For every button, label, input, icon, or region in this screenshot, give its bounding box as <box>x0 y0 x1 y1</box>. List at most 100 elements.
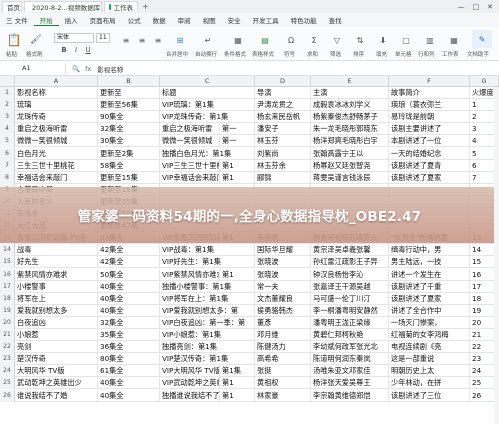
select-all-corner[interactable] <box>0 76 15 87</box>
menu-item[interactable]: 特色功能 <box>285 15 323 25</box>
menu-item[interactable]: 插入 <box>59 15 84 25</box>
table-cell[interactable]: 李宗翰黄维德郑恺 <box>311 389 389 402</box>
column-header[interactable]: C <box>160 76 255 87</box>
table-cell[interactable]: VIP白夜追凶：第一季：第 <box>160 316 255 329</box>
merge-icon[interactable]: ⊞ <box>170 31 190 49</box>
table-cell[interactable]: VIP楚汉传奇：第1集 <box>160 353 255 366</box>
table-cell[interactable]: 微微一笑很倾城 <box>160 135 220 148</box>
column-header[interactable]: A <box>15 76 98 87</box>
table-cell[interactable]: 明朝历史上太 <box>389 365 470 378</box>
table-cell[interactable]: VIP大明风华 TV版 <box>160 365 220 378</box>
table-cell[interactable]: 讲述一个发生在 <box>389 268 470 281</box>
table-cell[interactable]: 蒋雯吴谨言钱泳辰 <box>311 171 389 184</box>
table-cell[interactable]: 影视名称 <box>15 87 98 99</box>
menu-item[interactable]: 页面布局 <box>84 15 122 25</box>
formula-input[interactable]: 影视名称 <box>97 64 123 74</box>
table-cell[interactable]: 幸福话会来敲门 <box>15 171 98 184</box>
table-cell[interactable]: 钟汉良杨怡李沁 <box>311 268 389 281</box>
table-cell[interactable]: 第一 <box>220 123 255 136</box>
row-number[interactable]: 24 <box>0 365 15 378</box>
table-cell[interactable]: 电视连续剧《亮 <box>389 341 470 354</box>
table-cell[interactable]: 32集全 <box>98 316 160 329</box>
table-cell[interactable]: 白色月光 <box>15 147 98 160</box>
table-cell[interactable]: 红福菊的女李鸿梅 <box>389 329 470 341</box>
table-cell[interactable]: 常一夫 <box>255 280 311 293</box>
table-cell[interactable]: 林玉芬余 <box>255 159 311 172</box>
tab-workbook[interactable]: 2020-8-2...视频数据库.xlsx✕ <box>24 1 102 12</box>
table-cell[interactable]: 侯勇骆韩杰 <box>255 304 311 317</box>
table-cell[interactable]: 谁说我结不了婚 <box>15 389 98 402</box>
table-cell[interactable]: 微微一笑很倾城 <box>15 135 98 148</box>
table-cell[interactable]: 80集全 <box>98 353 160 366</box>
table-cell[interactable]: 58集全 <box>98 159 160 172</box>
row-number[interactable]: 25 <box>0 377 15 390</box>
menu-item[interactable]: 视图 <box>197 15 222 25</box>
table-cell[interactable]: 标题 <box>160 87 255 99</box>
table-cell[interactable]: 36集全 <box>98 341 160 354</box>
table-cell[interactable]: 小楼警事 <box>15 280 98 293</box>
align-left-icon[interactable]: ≡ <box>118 32 134 48</box>
row-number[interactable]: 17 <box>0 280 15 293</box>
row-number[interactable]: 4 <box>0 123 15 136</box>
table-cell[interactable]: 刘紫尚 <box>255 147 311 160</box>
table-cell[interactable]: VIP幸福话会来敲门 <box>160 171 220 184</box>
row-number[interactable]: 21 <box>0 329 15 341</box>
table-style-icon[interactable]: ▤ <box>255 31 275 49</box>
worksheet-icon[interactable]: ▦ <box>445 31 463 49</box>
table-cell[interactable]: 40集全 <box>98 280 160 293</box>
table-cell[interactable]: VIP小娘惹：第1集 <box>160 329 255 341</box>
menu-item[interactable]: 审阅 <box>172 15 197 25</box>
table-cell[interactable]: 更新至56集 <box>98 99 160 112</box>
table-cell[interactable]: 这是一部重说 <box>389 353 470 366</box>
table-cell[interactable]: 朱一龙毛晓彤郭晓东 <box>311 123 389 136</box>
table-cell[interactable]: 张翰高露宁王以 <box>311 147 389 160</box>
menu-item[interactable]: 开始 <box>33 15 59 26</box>
table-cell[interactable]: 国际华旦耀 <box>255 244 311 257</box>
table-cell[interactable]: 战毒 <box>15 244 98 257</box>
row-number[interactable]: 16 <box>0 268 15 281</box>
table-cell[interactable]: 亮剑 <box>15 341 98 354</box>
align-right-icon[interactable]: ≡ <box>150 32 166 48</box>
table-cell[interactable]: 重启之极海听雷 <box>15 123 98 136</box>
table-cell[interactable]: 成毅袁冰冰刘学义 <box>311 99 389 112</box>
table-cell[interactable]: VIP将军在上：第1集 <box>160 292 255 305</box>
table-cell[interactable]: 汤唯朱亚文邓家佳 <box>311 365 389 378</box>
table-cell[interactable]: 董彥 <box>255 316 311 329</box>
new-tab-icon[interactable]: + <box>142 2 149 11</box>
table-cell[interactable]: 杨洋张天爱吴尊王 <box>311 377 389 390</box>
font-name-select[interactable]: 宋体 <box>54 33 94 43</box>
minimize-button[interactable]: — <box>458 3 465 11</box>
table-cell[interactable]: VIP紫禁风情亦难求 <box>160 268 220 281</box>
table-cell[interactable]: 40集全 <box>98 292 160 305</box>
zoom-icon[interactable]: 🔍 <box>72 65 80 73</box>
table-cell[interactable]: 缉毒行动中，男 <box>389 244 470 257</box>
tab-sheet[interactable]: 工作表 <box>104 1 138 12</box>
rows-cols-icon[interactable]: ▥ <box>421 31 439 49</box>
table-cell[interactable]: VIP武动乾坤之英雄出 <box>160 377 220 390</box>
underline-icon[interactable]: U <box>80 45 96 55</box>
row-number[interactable]: 5 <box>0 135 15 148</box>
sort-icon[interactable]: ⇅ <box>351 31 369 49</box>
cell-icon[interactable]: ▢ <box>397 31 415 49</box>
table-cell[interactable]: VIP战毒：第1集 <box>160 244 255 257</box>
table-cell[interactable]: 独播白色月光：第1集 <box>160 147 255 160</box>
table-cell[interactable]: 该剧讲述了夏青 <box>389 159 470 172</box>
table-cell[interactable]: 楚汉传奇 <box>15 353 98 366</box>
table-cell[interactable]: 90集全 <box>98 111 160 124</box>
table-cell[interactable]: 第1 <box>220 389 255 402</box>
table-cell[interactable]: 主演 <box>311 87 389 99</box>
fx-icon[interactable]: fx <box>85 65 91 73</box>
table-cell[interactable]: 男主陆远，一技 <box>389 256 470 269</box>
row-number[interactable]: 2 <box>0 99 15 112</box>
menu-item[interactable]: 三 文件 <box>0 15 34 25</box>
table-cell[interactable]: 高希希 <box>255 353 311 366</box>
tab-home[interactable]: 首页 <box>2 1 22 12</box>
table-cell[interactable]: 第1 <box>220 377 255 390</box>
table-cell[interactable]: 42集全 <box>98 256 160 269</box>
table-cell[interactable]: 导演 <box>255 87 311 99</box>
column-header[interactable]: B <box>98 76 160 87</box>
row-number[interactable]: 1 <box>0 87 15 99</box>
table-cell[interactable]: 张晓波 <box>255 268 311 281</box>
table-cell[interactable]: 61集全 <box>98 365 160 378</box>
table-cell[interactable]: 少年林动，在拼 <box>389 377 470 390</box>
